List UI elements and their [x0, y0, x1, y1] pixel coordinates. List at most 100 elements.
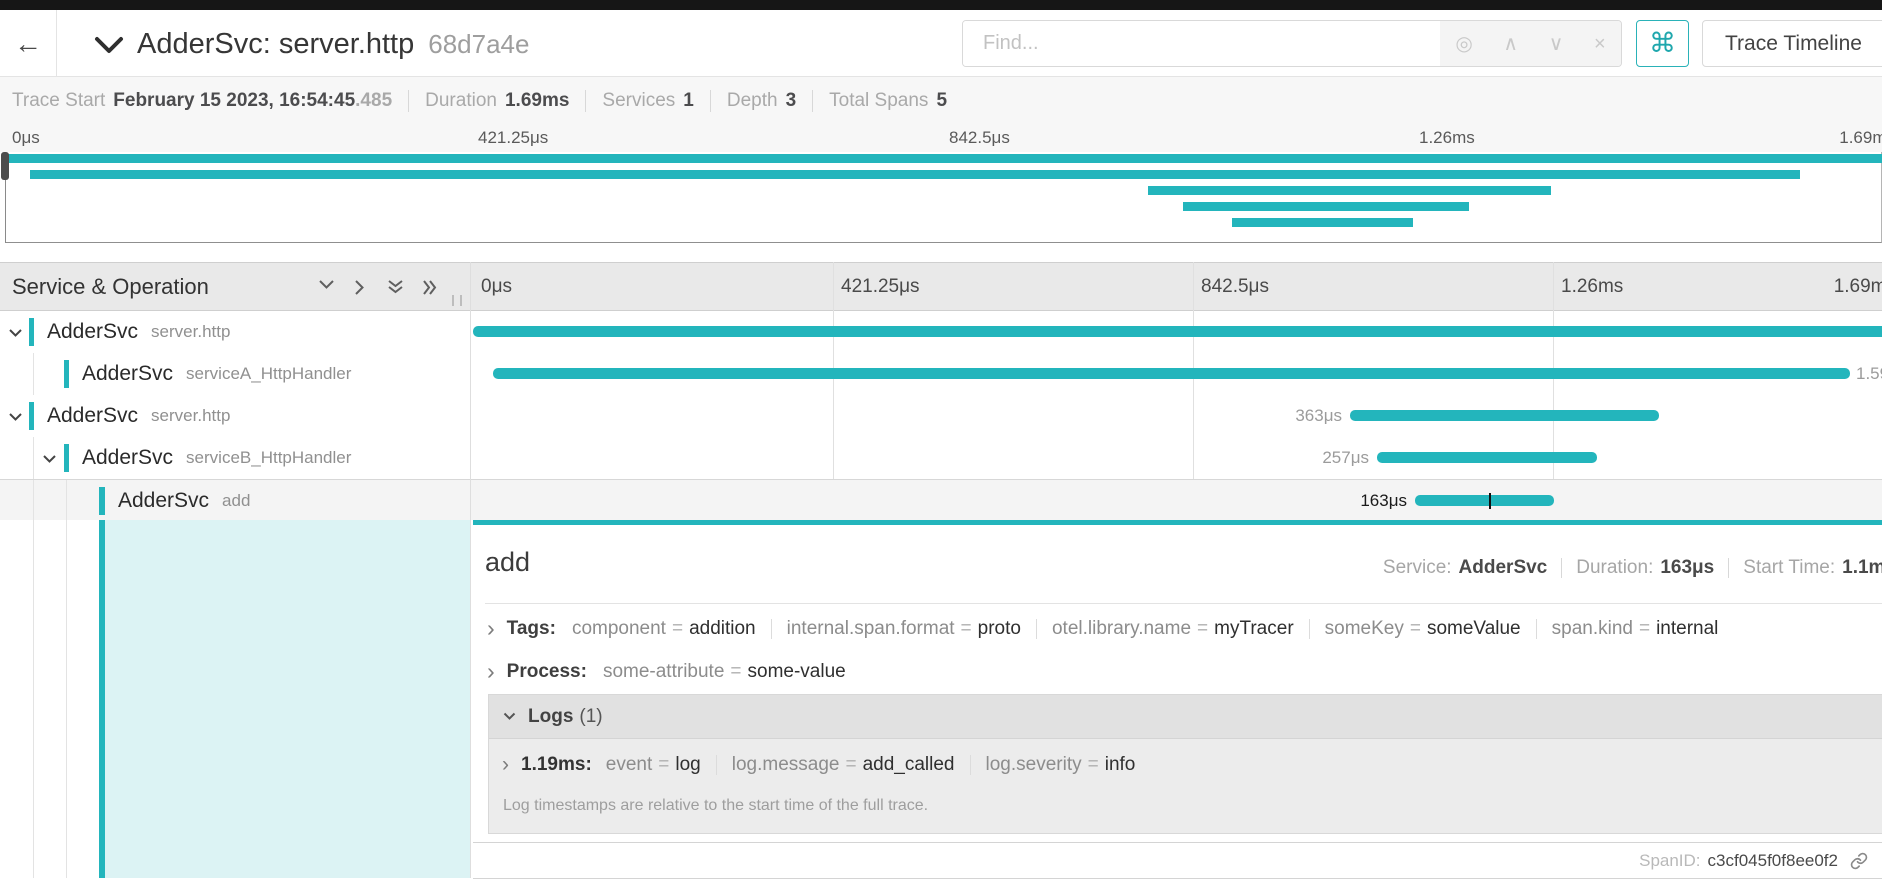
span-duration-bar[interactable]	[1377, 452, 1597, 463]
collapse-trace-icon[interactable]	[94, 36, 124, 54]
span-duration-bar[interactable]	[473, 326, 1882, 337]
chevron-down-icon[interactable]	[8, 412, 23, 422]
tree-guide-line	[33, 520, 34, 878]
span-color-bar	[29, 402, 34, 430]
clear-search-icon[interactable]: ×	[1594, 34, 1606, 54]
collapse-all-icon[interactable]	[318, 279, 335, 290]
span-color-bar	[64, 360, 69, 388]
back-button[interactable]: ←	[0, 10, 57, 77]
tree-guide-line	[66, 520, 67, 878]
chevron-down-icon[interactable]	[8, 328, 23, 338]
column-resize-handle[interactable]	[452, 295, 462, 306]
trace-id: 68d7a4e	[428, 29, 529, 60]
minimap-tick: 1.26ms	[1419, 128, 1475, 148]
logs-accordion-header[interactable]: Logs (1)	[489, 695, 1882, 739]
page-title: AdderSvc: server.http 68d7a4e	[137, 24, 529, 64]
tree-guide-line	[33, 353, 34, 395]
timeline-column-header: Service & Operation 0μs 421.25μs 842.5μs…	[0, 262, 1882, 311]
find-box: ◎ ∧ ∨ ×	[962, 20, 1622, 67]
tags-accordion[interactable]: › Tags: component=addition internal.span…	[487, 615, 1718, 642]
detail-accent-border	[473, 520, 1882, 525]
process-accordion[interactable]: › Process: some-attribute=some-value	[487, 658, 846, 685]
span-duration-label: 1.59ms	[1856, 353, 1882, 395]
detail-meta: Service: AdderSvc Duration: 163μs Start …	[1383, 557, 1882, 579]
span-name: AdderSvc serviceA_HttpHandler	[82, 353, 351, 395]
logs-note: Log timestamps are relative to the start…	[503, 797, 928, 815]
top-black-bar	[0, 0, 1882, 10]
chevron-down-icon	[503, 712, 516, 721]
span-row[interactable]: AdderSvc serviceB_HttpHandler 257μs	[0, 437, 1882, 479]
deep-link-icon[interactable]	[1850, 852, 1868, 870]
span-row[interactable]: AdderSvc server.http	[0, 311, 1882, 353]
chevron-right-icon: ›	[502, 753, 509, 777]
expand-one-icon[interactable]	[354, 279, 365, 296]
span-color-bar	[99, 487, 105, 515]
service-operation-header: Service & Operation	[12, 263, 209, 311]
span-row[interactable]: AdderSvc serviceA_HttpHandler 1.59ms	[0, 353, 1882, 395]
minimap-span-bar	[7, 154, 1882, 163]
selected-span-highlight	[105, 520, 470, 878]
expand-all-icon[interactable]	[422, 279, 439, 296]
find-controls: ◎ ∧ ∨ ×	[1440, 21, 1621, 66]
command-icon: ⌘	[1649, 28, 1676, 59]
view-selector-button[interactable]: Trace Timeline	[1702, 20, 1882, 67]
collapse-deep-icon[interactable]	[387, 279, 404, 296]
chevron-right-icon: ›	[487, 658, 495, 685]
total-spans-label: Total Spans	[829, 90, 928, 112]
minimap-tick: 0μs	[12, 128, 40, 148]
detail-span-title: add	[485, 547, 530, 578]
span-duration-label: 257μs	[1287, 437, 1369, 479]
prev-result-icon[interactable]: ∧	[1503, 34, 1518, 54]
timeline-tick: 1.26ms	[1561, 263, 1623, 311]
services-label: Services	[602, 90, 675, 112]
depth-label: Depth	[727, 90, 778, 112]
trace-name: AdderSvc: server.http	[137, 28, 414, 61]
log-marker[interactable]	[1489, 493, 1491, 509]
span-color-bar	[64, 444, 69, 472]
logs-block: Logs (1) › 1.19ms: event=log log.message…	[488, 694, 1882, 834]
view-selector-label: Trace Timeline	[1725, 32, 1862, 56]
minimap-canvas[interactable]	[5, 152, 1882, 243]
span-name: AdderSvc server.http	[47, 395, 230, 437]
timeline-tick: 1.69ms	[1834, 263, 1882, 311]
trace-start-fraction: .485	[355, 90, 392, 112]
next-result-icon[interactable]: ∨	[1549, 34, 1564, 54]
span-duration-label: 363μs	[1260, 395, 1342, 437]
minimap-tick: 1.69ms	[1839, 128, 1882, 148]
timeline-tick: 0μs	[481, 263, 512, 311]
span-detail-panel: add Service: AdderSvc Duration: 163μs St…	[473, 525, 1882, 889]
tree-guide-line	[66, 480, 67, 520]
trace-start-label: Trace Start	[12, 90, 105, 112]
jaeger-trace-page: ← AdderSvc: server.http 68d7a4e ◎ ∧ ∨ × …	[0, 0, 1882, 889]
span-name: AdderSvc add	[118, 480, 250, 521]
span-duration-bar[interactable]	[493, 368, 1850, 379]
span-id-footer: SpanID: c3cf045f0f8ee0f2	[473, 843, 1882, 878]
detail-divider	[485, 603, 1882, 604]
trace-summary: Trace Start February 15 2023, 16:54:45 .…	[12, 77, 947, 125]
minimap-span-bar	[1148, 186, 1551, 195]
span-duration-bar[interactable]	[1350, 410, 1659, 421]
tree-guide-line	[33, 437, 34, 479]
chevron-down-icon[interactable]	[42, 454, 57, 464]
span-row[interactable]: AdderSvc server.http 363μs	[0, 395, 1882, 437]
timeline-tick: 421.25μs	[841, 263, 920, 311]
minimap-span-bar	[1232, 218, 1413, 227]
minimap-left-scrubber[interactable]	[1, 152, 9, 180]
span-row-selected[interactable]: AdderSvc add 163μs	[0, 479, 1882, 520]
span-name: AdderSvc server.http	[47, 311, 230, 353]
trace-header: ← AdderSvc: server.http 68d7a4e ◎ ∧ ∨ × …	[0, 10, 1882, 77]
depth-value: 3	[786, 90, 797, 112]
span-duration-bar[interactable]	[1415, 495, 1554, 506]
log-entry[interactable]: › 1.19ms: event=log log.message=add_call…	[502, 753, 1135, 777]
keyboard-shortcuts-button[interactable]: ⌘	[1636, 20, 1689, 67]
minimap-tick: 842.5μs	[949, 128, 1010, 148]
find-input[interactable]	[963, 21, 1440, 66]
trace-start-value: February 15 2023, 16:54:45	[113, 90, 355, 112]
span-name: AdderSvc serviceB_HttpHandler	[82, 437, 351, 479]
locate-span-icon[interactable]: ◎	[1455, 34, 1472, 54]
minimap-span-bar	[30, 170, 1800, 179]
name-column-divider	[470, 262, 471, 878]
chevron-right-icon: ›	[487, 615, 495, 642]
duration-value: 1.69ms	[505, 90, 569, 112]
duration-label: Duration	[425, 90, 497, 112]
